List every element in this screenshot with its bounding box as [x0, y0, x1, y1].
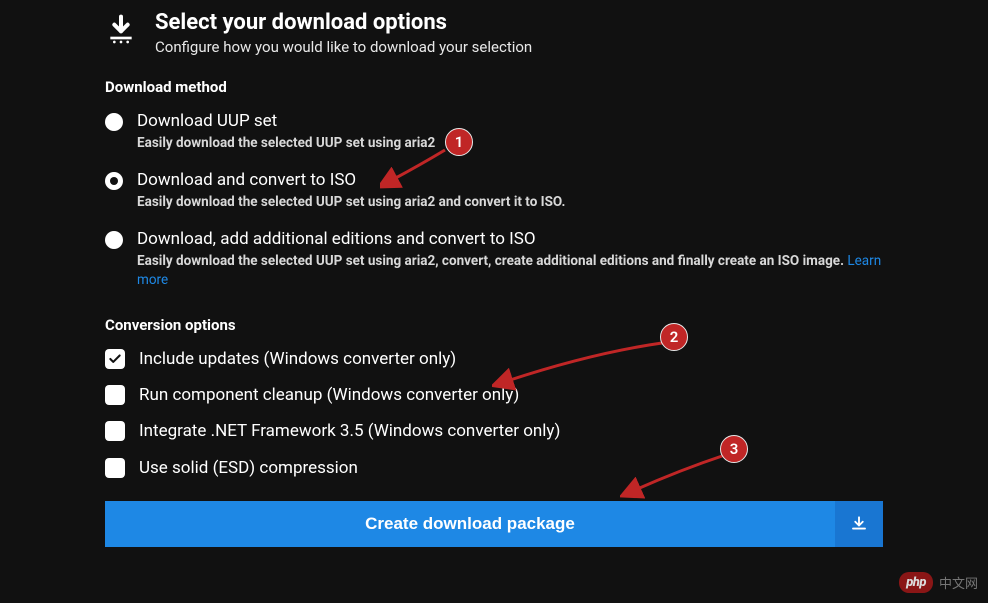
page-title: Select your download options	[155, 10, 532, 36]
checkbox-indicator	[105, 385, 125, 405]
watermark-text: 中文网	[939, 573, 978, 592]
download-icon	[105, 14, 137, 50]
radio-desc: Easily download the selected UUP set usi…	[137, 193, 883, 212]
annotation-arrow-2	[492, 333, 672, 393]
download-method-title: Download method	[105, 78, 883, 96]
annotation-badge-2: 2	[660, 323, 688, 351]
checkbox-label: Include updates (Windows converter only)	[139, 348, 456, 370]
checkbox-label: Integrate .NET Framework 3.5 (Windows co…	[139, 420, 560, 442]
checkbox-indicator	[105, 458, 125, 478]
radio-indicator	[105, 113, 123, 131]
watermark: php 中文网	[899, 572, 978, 593]
create-package-button[interactable]: Create download package	[105, 501, 883, 547]
radio-desc: Easily download the selected UUP set usi…	[137, 252, 883, 290]
checkbox-label: Run component cleanup (Windows converter…	[139, 384, 519, 406]
checkbox-integrate-net[interactable]: Integrate .NET Framework 3.5 (Windows co…	[105, 420, 883, 442]
page-header: Select your download options Configure h…	[105, 10, 883, 56]
button-label: Create download package	[105, 501, 835, 547]
checkbox-esd-compression[interactable]: Use solid (ESD) compression	[105, 457, 883, 479]
radio-download-uup[interactable]: Download UUP set Easily download the sel…	[105, 110, 883, 153]
checkbox-label: Use solid (ESD) compression	[139, 457, 358, 479]
checkbox-indicator	[105, 421, 125, 441]
radio-download-additional-iso[interactable]: Download, add additional editions and co…	[105, 228, 883, 290]
radio-desc: Easily download the selected UUP set usi…	[137, 134, 883, 153]
radio-label: Download UUP set	[137, 110, 883, 132]
annotation-badge-1: 1	[445, 128, 473, 156]
radio-download-convert-iso[interactable]: Download and convert to ISO Easily downl…	[105, 169, 883, 212]
radio-indicator	[105, 172, 123, 190]
checkbox-indicator	[105, 349, 125, 369]
radio-indicator	[105, 231, 123, 249]
conversion-options-title: Conversion options	[105, 316, 883, 334]
radio-label: Download and convert to ISO	[137, 169, 883, 191]
page-subtitle: Configure how you would like to download…	[155, 38, 532, 56]
download-icon	[835, 501, 883, 547]
watermark-logo: php	[899, 572, 933, 593]
radio-label: Download, add additional editions and co…	[137, 228, 883, 250]
annotation-badge-3: 3	[720, 435, 748, 463]
download-method-group: Download UUP set Easily download the sel…	[105, 110, 883, 290]
